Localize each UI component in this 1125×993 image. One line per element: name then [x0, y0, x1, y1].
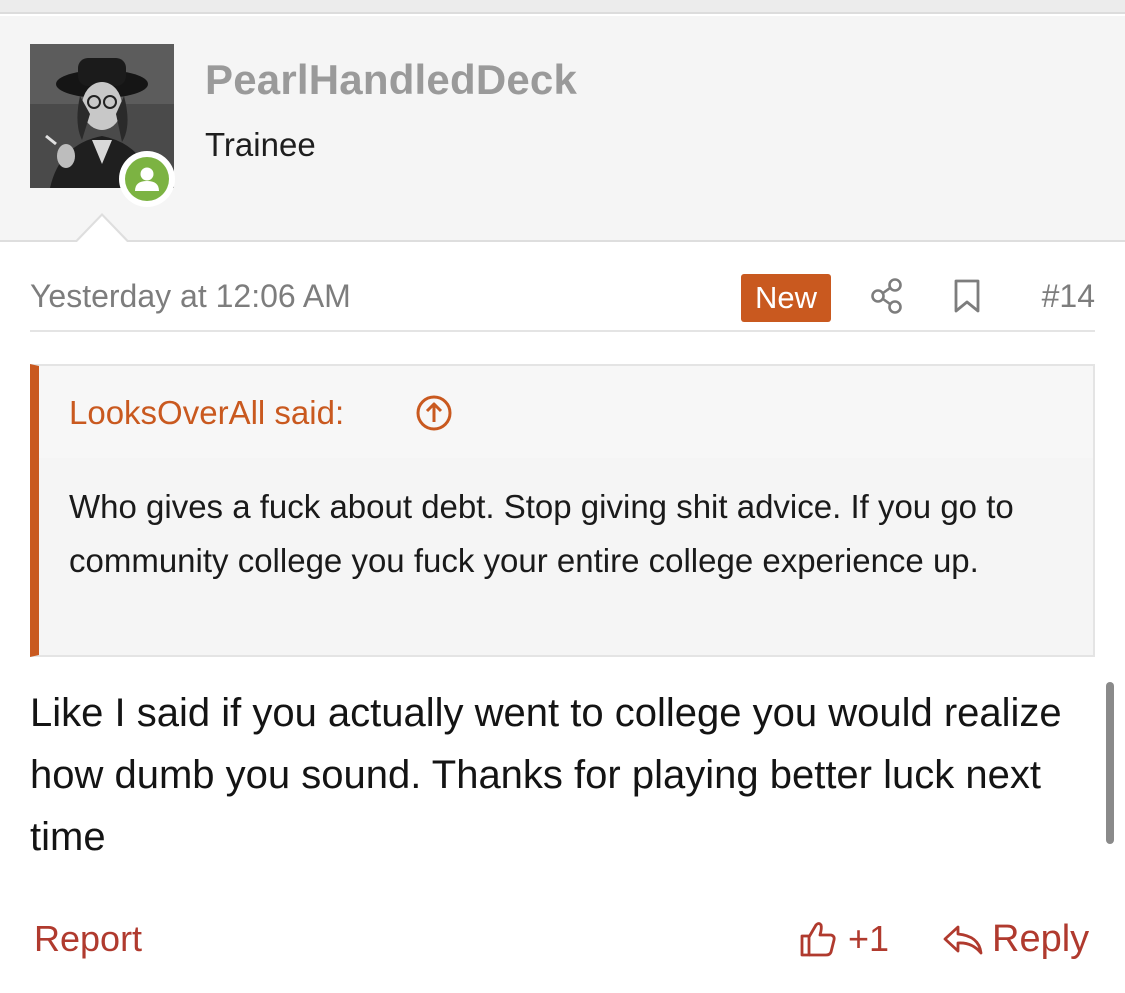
reply-button[interactable]: Reply: [942, 918, 1089, 961]
share-icon[interactable]: [870, 278, 904, 319]
quote-author[interactable]: LooksOverAll said:: [69, 394, 344, 432]
new-badge: New: [741, 274, 831, 322]
top-divider: [0, 0, 1125, 14]
quote-block: LooksOverAll said: Who gives a fuck abou…: [30, 364, 1095, 657]
report-link[interactable]: Report: [34, 918, 142, 960]
post-message: Like I said if you actually went to coll…: [30, 691, 1062, 859]
post-number[interactable]: #14: [1042, 278, 1095, 315]
thumbs-up-icon: [800, 922, 836, 957]
bookmark-icon[interactable]: [952, 278, 982, 319]
like-button[interactable]: +1: [798, 918, 889, 960]
online-status-badge: [119, 151, 175, 207]
online-user-icon: [135, 167, 159, 191]
header-pointer-fill: [76, 216, 128, 243]
arrow-up-circle-icon[interactable]: [415, 394, 453, 437]
quote-text: Who gives a fuck about debt. Stop giving…: [69, 488, 1014, 579]
post-date[interactable]: Yesterday at 12:06 AM: [30, 278, 351, 315]
username[interactable]: PearlHandledDeck: [205, 56, 577, 104]
post-meta-row: Yesterday at 12:06 AM New #14: [30, 268, 1095, 332]
like-count: +1: [848, 918, 890, 959]
quote-header: LooksOverAll said:: [39, 366, 1093, 458]
reply-arrow-icon: [943, 925, 983, 954]
scrollbar[interactable]: [1106, 682, 1114, 844]
reply-label: Reply: [992, 918, 1090, 960]
post-user-header: PearlHandledDeck Trainee: [0, 16, 1125, 242]
user-title: Trainee: [205, 126, 316, 163]
